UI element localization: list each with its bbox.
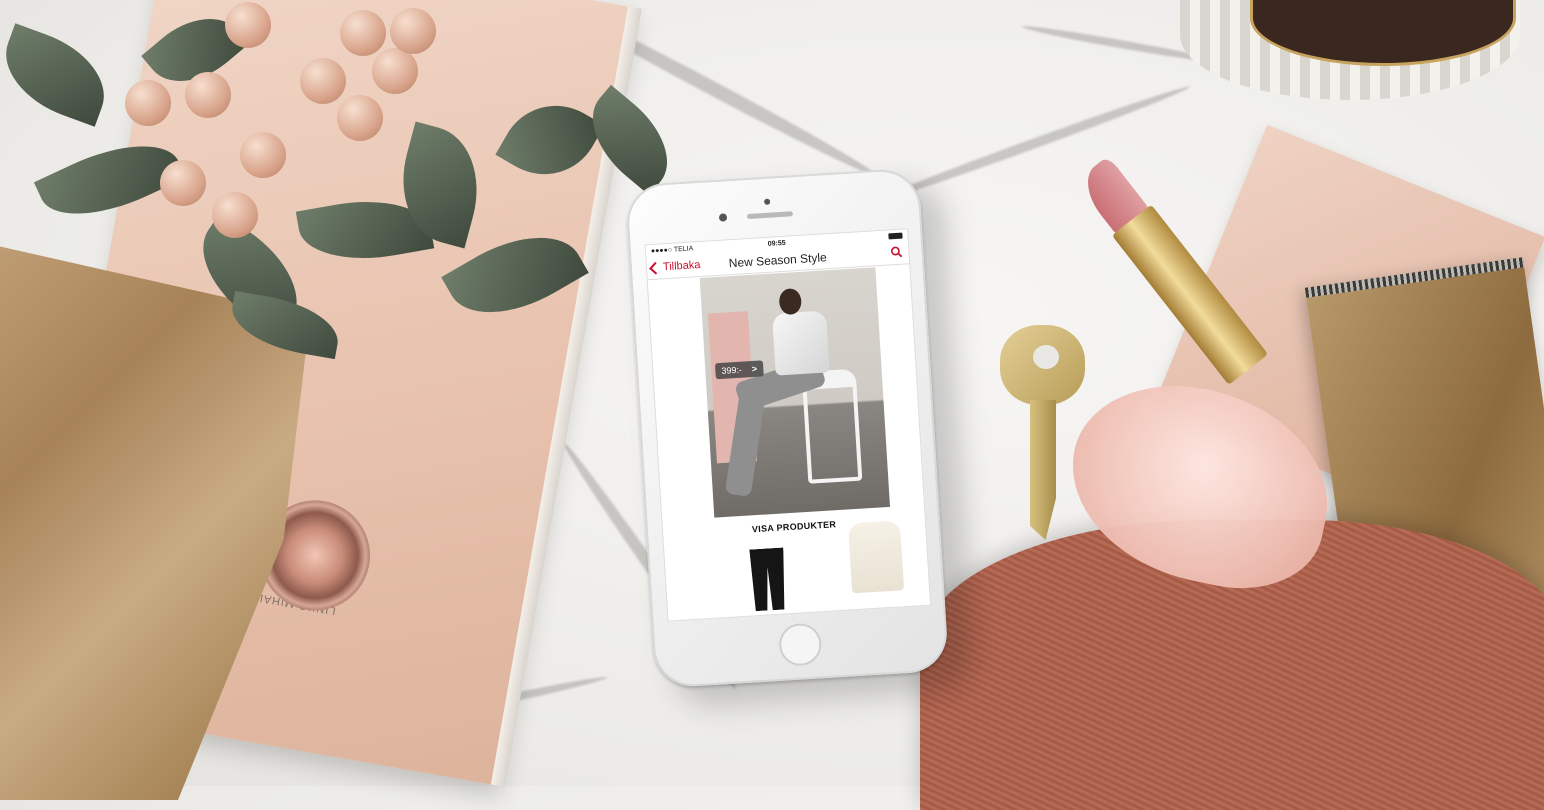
berry (337, 95, 383, 141)
berry (160, 160, 206, 206)
hero-image[interactable]: 399:- > (699, 267, 891, 518)
back-label: Tillbaka (662, 258, 701, 274)
back-button[interactable]: Tillbaka (647, 258, 701, 275)
chevron-left-icon (649, 261, 662, 275)
chevron-right-icon: > (751, 363, 758, 375)
berry (340, 10, 386, 56)
smartphone: ●●●●○ TELIA 09:55 Tillbaka New Season St… (624, 167, 950, 689)
berry (372, 48, 418, 94)
berry (185, 72, 231, 118)
key (990, 325, 1090, 540)
proximity-sensor (763, 198, 771, 205)
berry (225, 2, 271, 48)
eucalyptus-leaf (0, 23, 119, 127)
search-icon[interactable] (890, 246, 903, 259)
price-tag-button[interactable]: 399:- > (714, 360, 764, 380)
key-head (1000, 325, 1085, 405)
model-blouse (771, 310, 830, 376)
app-screen: ●●●●○ TELIA 09:55 Tillbaka New Season St… (644, 228, 932, 622)
berry (212, 192, 258, 238)
price-label: 399:- (721, 364, 743, 376)
key-blade (1030, 400, 1056, 540)
berry (240, 132, 286, 178)
key-hole (1033, 345, 1059, 369)
product-thumbnail-pants[interactable] (749, 547, 787, 611)
front-camera (718, 213, 728, 222)
berry (125, 80, 171, 126)
home-button[interactable] (778, 622, 823, 667)
berry (390, 8, 436, 54)
earpiece-speaker (746, 211, 794, 220)
berry (300, 58, 346, 104)
product-thumbnail-top[interactable] (847, 520, 905, 594)
coffee-glass (1180, 0, 1520, 100)
